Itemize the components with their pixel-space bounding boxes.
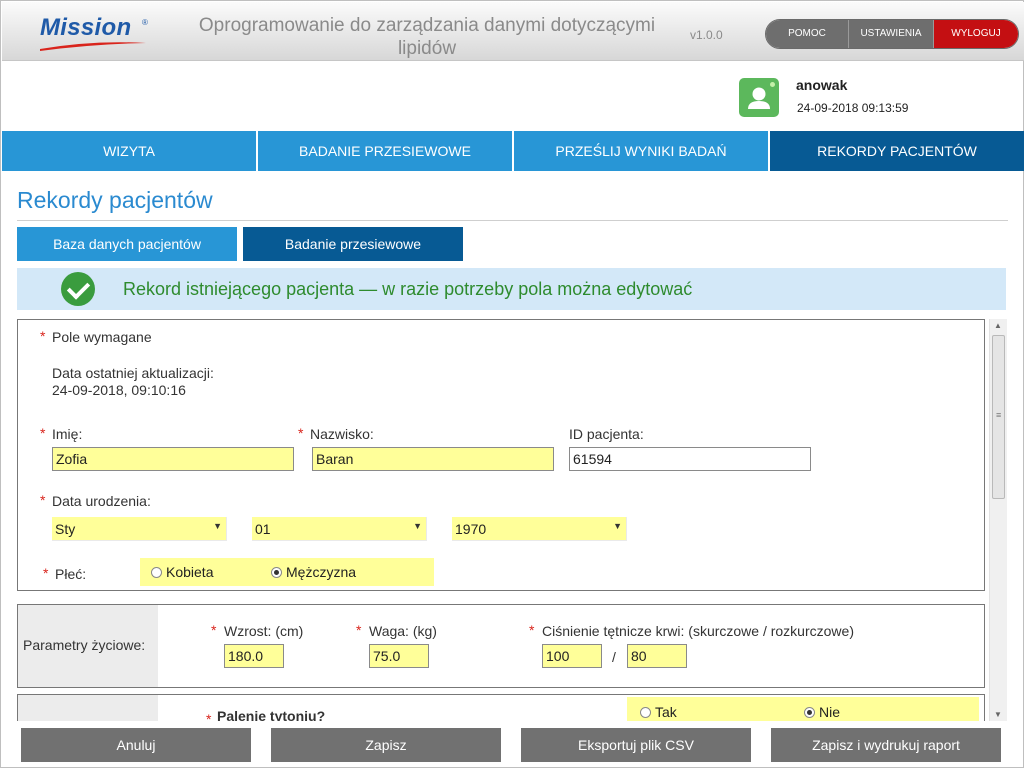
page-title: Rekordy pacjentów bbox=[17, 187, 213, 213]
last-update-label: Data ostatniej aktualizacji: bbox=[52, 365, 214, 381]
last-update-value: 24-09-2018, 09:10:16 bbox=[52, 382, 186, 398]
tab-screening[interactable]: BADANIE PRZESIEWOWE bbox=[258, 131, 512, 171]
required-asterisk: * bbox=[211, 622, 217, 638]
user-avatar-icon bbox=[739, 78, 779, 117]
subtabs: Baza danych pacjentów Badanie przesiewow… bbox=[17, 227, 463, 261]
radio-button[interactable] bbox=[151, 567, 162, 578]
vitals-label-cell: Parametry życiowe: bbox=[18, 605, 158, 687]
sex-radio-group: Kobieta Mężczyzna bbox=[140, 558, 434, 586]
vertical-scrollbar[interactable]: ▲ ≡ ▼ bbox=[989, 319, 1007, 721]
smoking-section: * Palenie tytoniu? Tak Nie bbox=[17, 694, 985, 721]
subtab-patient-database[interactable]: Baza danych pacjentów bbox=[17, 227, 237, 261]
mission-logo: Mission ® bbox=[38, 14, 153, 54]
banner-message: Rekord istniejącego pacjenta — w razie p… bbox=[123, 279, 693, 299]
required-asterisk: * bbox=[40, 328, 46, 344]
sex-option-female[interactable]: Kobieta bbox=[151, 564, 213, 580]
dob-day-select[interactable]: 01 ▼ bbox=[252, 517, 427, 541]
required-asterisk: * bbox=[40, 425, 46, 441]
form-scroll-area: * Pole wymagane Data ostatniej aktualiza… bbox=[17, 319, 1006, 721]
app-window: Mission ® Oprogramowanie do zarządzania … bbox=[0, 0, 1024, 768]
tab-upload-results[interactable]: PRZEŚLIJ WYNIKI BADAŃ bbox=[514, 131, 768, 171]
patient-id-input[interactable] bbox=[569, 447, 811, 471]
dob-year-value: 1970 bbox=[455, 521, 487, 537]
sex-option-male-label: Mężczyzna bbox=[286, 564, 357, 580]
grip-icon: ≡ bbox=[996, 410, 1002, 420]
height-label: Wzrost: (cm) bbox=[224, 623, 304, 639]
dropdown-arrow-icon: ▼ bbox=[413, 521, 422, 531]
scrollbar-thumb[interactable]: ≡ bbox=[992, 335, 1005, 499]
footer-actions: Anuluj Zapisz Eksportuj plik CSV Zapisz … bbox=[21, 728, 1001, 762]
smoking-option-no-label: Nie bbox=[819, 704, 841, 720]
subtab-screening[interactable]: Badanie przesiewowe bbox=[243, 227, 463, 261]
smoking-option-yes[interactable]: Tak bbox=[640, 704, 677, 720]
required-asterisk: * bbox=[206, 711, 212, 721]
last-name-input[interactable] bbox=[312, 447, 554, 471]
dropdown-arrow-icon: ▼ bbox=[213, 521, 222, 531]
patient-details-section: * Pole wymagane Data ostatniej aktualiza… bbox=[17, 319, 985, 591]
sex-option-male[interactable]: Mężczyzna bbox=[271, 564, 356, 580]
header-button-group: POMOC USTAWIENIA WYLOGUJ bbox=[765, 19, 1019, 49]
smoking-option-no[interactable]: Nie bbox=[804, 704, 840, 720]
session-datetime: 24-09-2018 09:13:59 bbox=[797, 101, 909, 115]
username: anowak bbox=[796, 77, 848, 93]
radio-button-selected[interactable] bbox=[804, 707, 815, 718]
app-header: Mission ® Oprogramowanie do zarządzania … bbox=[2, 2, 1024, 61]
scroll-down-icon[interactable]: ▼ bbox=[994, 710, 1002, 719]
dob-month-value: Sty bbox=[55, 521, 76, 537]
online-status-dot bbox=[770, 82, 775, 87]
logo-swoosh-icon bbox=[40, 42, 146, 51]
required-note: Pole wymagane bbox=[52, 329, 152, 345]
sex-label: Płeć: bbox=[55, 566, 87, 582]
save-button[interactable]: Zapisz bbox=[271, 728, 501, 762]
help-button[interactable]: POMOC bbox=[766, 20, 849, 48]
patient-id-label: ID pacjenta: bbox=[569, 426, 644, 442]
blood-pressure-label: Ciśnienie tętnicze krwi: (skurczowe / ro… bbox=[542, 623, 854, 639]
bp-diastolic-input[interactable] bbox=[627, 644, 687, 668]
weight-input[interactable] bbox=[369, 644, 429, 668]
bp-separator: / bbox=[612, 649, 616, 665]
main-nav: WIZYTA BADANIE PRZESIEWOWE PRZEŚLIJ WYNI… bbox=[2, 131, 1024, 171]
vitals-label: Parametry życiowe: bbox=[23, 637, 146, 653]
dob-month-select[interactable]: Sty ▼ bbox=[52, 517, 227, 541]
dob-day-value: 01 bbox=[255, 521, 271, 537]
smoking-label-cell bbox=[18, 695, 158, 721]
app-title: Oprogramowanie do zarządzania danymi dot… bbox=[198, 15, 656, 59]
dob-year-select[interactable]: 1970 ▼ bbox=[452, 517, 627, 541]
last-name-label: Nazwisko: bbox=[310, 426, 374, 442]
logout-button[interactable]: WYLOGUJ bbox=[934, 20, 1018, 48]
sex-option-female-label: Kobieta bbox=[166, 564, 214, 580]
required-asterisk: * bbox=[40, 492, 46, 508]
smoking-option-yes-label: Tak bbox=[655, 704, 677, 720]
smoking-label: Palenie tytoniu? bbox=[217, 708, 326, 721]
height-input[interactable] bbox=[224, 644, 284, 668]
title-divider bbox=[17, 220, 1008, 221]
tab-visit[interactable]: WIZYTA bbox=[2, 131, 256, 171]
cancel-button[interactable]: Anuluj bbox=[21, 728, 251, 762]
logo-text: Mission bbox=[40, 14, 132, 41]
bp-systolic-input[interactable] bbox=[542, 644, 602, 668]
status-banner: Rekord istniejącego pacjenta — w razie p… bbox=[17, 268, 1006, 310]
required-asterisk: * bbox=[356, 622, 362, 638]
scroll-up-icon[interactable]: ▲ bbox=[994, 321, 1002, 330]
checkmark-icon bbox=[61, 272, 95, 306]
export-csv-button[interactable]: Eksportuj plik CSV bbox=[521, 728, 751, 762]
dropdown-arrow-icon: ▼ bbox=[613, 521, 622, 531]
logo-registered-mark: ® bbox=[142, 18, 148, 27]
smoking-radio-group: Tak Nie bbox=[627, 697, 979, 721]
radio-button[interactable] bbox=[640, 707, 651, 718]
required-asterisk: * bbox=[298, 425, 304, 441]
vitals-section: Parametry życiowe: * Wzrost: (cm) * Waga… bbox=[17, 604, 985, 688]
save-print-report-button[interactable]: Zapisz i wydrukuj raport bbox=[771, 728, 1001, 762]
dob-label: Data urodzenia: bbox=[52, 493, 151, 509]
required-asterisk: * bbox=[529, 622, 535, 638]
first-name-label: Imię: bbox=[52, 426, 83, 442]
settings-button[interactable]: USTAWIENIA bbox=[849, 20, 934, 48]
required-asterisk: * bbox=[43, 565, 49, 581]
first-name-input[interactable] bbox=[52, 447, 294, 471]
tab-patient-records[interactable]: REKORDY PACJENTÓW bbox=[770, 131, 1024, 171]
app-version: v1.0.0 bbox=[690, 28, 723, 42]
radio-button-selected[interactable] bbox=[271, 567, 282, 578]
weight-label: Waga: (kg) bbox=[369, 623, 437, 639]
